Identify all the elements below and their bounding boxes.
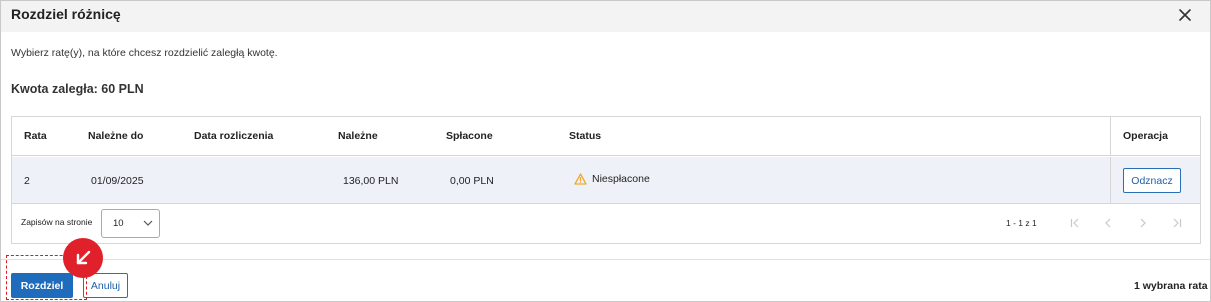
column-header-nalezne-do[interactable]: Należne do [88, 130, 143, 142]
close-button[interactable] [1173, 3, 1197, 27]
pagination-bar: Zapisów na stronie 10 1 - 1 z 1 [12, 205, 1200, 243]
rows-per-page-select[interactable]: 10 [101, 209, 160, 238]
last-page-button[interactable] [1168, 214, 1186, 232]
chevron-right-icon [1140, 218, 1146, 228]
column-divider [1110, 157, 1111, 204]
rows-per-page-label: Zapisów na stronie [21, 217, 93, 227]
column-header-nalezne[interactable]: Należne [338, 130, 378, 142]
overdue-amount: Kwota zaległa: 60 PLN [11, 82, 144, 96]
deselect-button[interactable]: Odznacz [1123, 168, 1181, 193]
dialog-title: Rozdziel różnicę [11, 6, 121, 22]
previous-page-button[interactable] [1099, 214, 1117, 232]
column-header-status[interactable]: Status [569, 130, 601, 142]
cell-splacone: 0,00 PLN [450, 175, 494, 187]
column-header-data-rozliczenia[interactable]: Data rozliczenia [194, 130, 273, 142]
first-page-button[interactable] [1066, 214, 1084, 232]
next-page-button[interactable] [1134, 214, 1152, 232]
pointer-badge [63, 238, 103, 278]
dialog-header: Rozdziel różnicę [1, 1, 1210, 32]
column-header-rata[interactable]: Rata [24, 130, 47, 142]
selected-count: 1 wybrana rata [1134, 280, 1208, 292]
installments-table: Rata Należne do Data rozliczenia Należne… [11, 116, 1201, 244]
warning-icon [574, 173, 587, 185]
column-header-operacja: Operacja [1123, 130, 1168, 142]
first-page-icon [1070, 218, 1079, 228]
page-range: 1 - 1 z 1 [1006, 218, 1037, 228]
footer-divider [1, 259, 1210, 260]
cell-nalezne: 136,00 PLN [343, 175, 399, 187]
column-divider [1110, 117, 1111, 156]
arrow-down-left-icon [76, 250, 91, 265]
dialog-description: Wybierz ratę(y), na które chcesz rozdzie… [11, 47, 278, 59]
chevron-down-icon [143, 220, 153, 226]
cell-nalezne-do: 01/09/2025 [91, 175, 144, 187]
column-header-splacone[interactable]: Spłacone [446, 130, 493, 142]
cell-status: Niespłacone [574, 173, 650, 185]
rows-per-page-value: 10 [113, 218, 124, 229]
split-difference-dialog: Rozdziel różnicę Wybierz ratę(y), na któ… [0, 0, 1211, 302]
close-icon [1179, 9, 1191, 21]
cancel-button[interactable]: Anuluj [83, 273, 128, 298]
cell-rata: 2 [24, 175, 30, 187]
last-page-icon [1173, 218, 1182, 228]
table-row[interactable]: 2 01/09/2025 136,00 PLN 0,00 PLN Niespła… [12, 157, 1200, 204]
chevron-left-icon [1105, 218, 1111, 228]
table-header: Rata Należne do Data rozliczenia Należne… [12, 117, 1200, 156]
split-button[interactable]: Rozdziel [11, 273, 73, 298]
status-label: Niespłacone [592, 173, 650, 185]
